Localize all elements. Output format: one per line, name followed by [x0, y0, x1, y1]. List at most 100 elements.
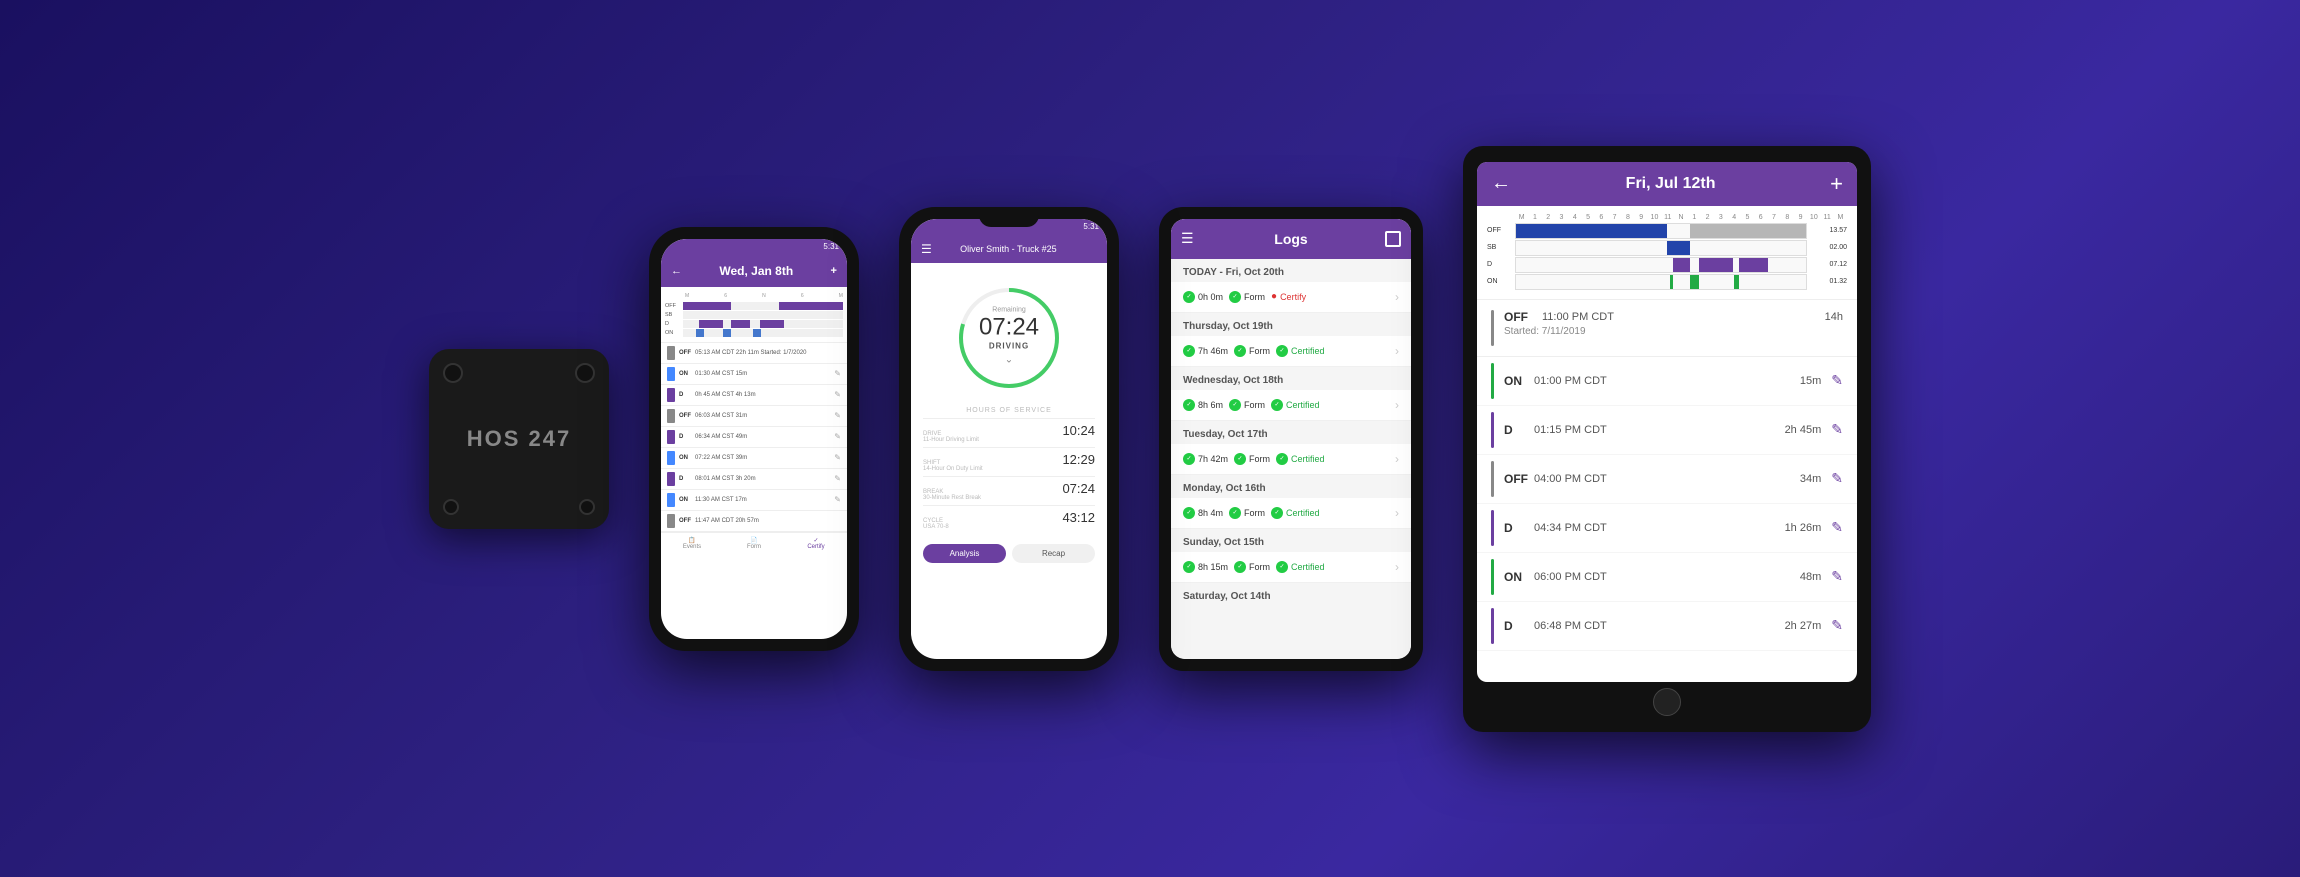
edit-icon[interactable]: ✎	[834, 390, 841, 399]
hours-badge-0: ✓ 0h 0m	[1183, 291, 1223, 303]
entry-color-bar	[1491, 310, 1494, 346]
check-icon: ✓	[1276, 453, 1288, 465]
remaining-label: Remaining	[979, 306, 1039, 313]
calendar-icon[interactable]	[1385, 231, 1401, 247]
ipad-frame: ← Fri, Jul 12th + M1234567891011N1234567…	[1463, 146, 1871, 732]
grid-row-on: ON 01.32	[1487, 274, 1847, 290]
recap-button[interactable]: Recap	[1012, 544, 1095, 563]
drive-value: 10:24	[1062, 423, 1095, 438]
log-list-item-2[interactable]: ✓ 8h 6m ✓ Form ✓ Certified ›	[1171, 390, 1411, 421]
phone1-footer: 📋 Events 📄 Form ✓ Certify	[661, 532, 847, 554]
status-indicator	[667, 451, 675, 465]
form-badge-4: ✓ Form	[1229, 507, 1265, 519]
scene: HOS 247 5:31 ← Wed, Jan 8th +	[389, 0, 1911, 877]
log-entry-8: OFF 11:47 AM CDT 20h 57m	[661, 511, 847, 532]
certified-badge-4: ✓ Certified	[1271, 507, 1320, 519]
ipad-entry-2: D 01:15 PM CDT 2h 45m ✎	[1477, 406, 1857, 455]
hours-value-4: 8h 4m	[1198, 508, 1223, 518]
edit-icon[interactable]: ✎	[1831, 519, 1843, 536]
log-list-item-5[interactable]: ✓ 8h 15m ✓ Form ✓ Certified ›	[1171, 552, 1411, 583]
tab-certify[interactable]: ✓ Certify	[785, 537, 847, 550]
edit-icon[interactable]: ✎	[1831, 421, 1843, 438]
shift-value: 12:29	[1062, 452, 1095, 467]
chart-row-off: OFF	[665, 302, 843, 310]
grid-row-d: D 07.12	[1487, 257, 1847, 273]
edit-icon[interactable]: ✎	[834, 453, 841, 462]
log-list-item-4[interactable]: ✓ 8h 4m ✓ Form ✓ Certified ›	[1171, 498, 1411, 529]
check-icon: ✓	[1229, 291, 1241, 303]
form-label-3: Form	[1249, 454, 1270, 464]
grid-track-sb	[1515, 240, 1807, 256]
break-stat: BREAK 30-Minute Rest Break 07:24	[923, 476, 1095, 505]
analysis-button[interactable]: Analysis	[923, 544, 1006, 563]
log-list-item-3[interactable]: ✓ 7h 42m ✓ Form ✓ Certified ›	[1171, 444, 1411, 475]
log-info-0: ✓ 0h 0m ✓ Form ● Certify	[1183, 291, 1395, 303]
ipad-content: ← Fri, Jul 12th + M1234567891011N1234567…	[1477, 162, 1857, 682]
cycle-value: 43:12	[1062, 510, 1095, 525]
check-icon: ✓	[1271, 507, 1283, 519]
ipad-entry-5: ON 06:00 PM CDT 48m ✎	[1477, 553, 1857, 602]
log-list-item-0[interactable]: ✓ 0h 0m ✓ Form ● Certify ›	[1171, 282, 1411, 313]
chevron-down-icon[interactable]: ⌄	[979, 350, 1039, 369]
certified-label-5: Certified	[1291, 562, 1325, 572]
tablet-screen: ☰ Logs TODAY - Fri, Oct 20th ✓ 0h 0m ✓	[1171, 219, 1411, 659]
log-list-item-1[interactable]: ✓ 7h 46m ✓ Form ✓ Certified ›	[1171, 336, 1411, 367]
timer-time: 07:24	[979, 313, 1039, 341]
form-badge-5: ✓ Form	[1234, 561, 1270, 573]
ipad-header: ← Fri, Jul 12th +	[1477, 162, 1857, 206]
edit-icon[interactable]: ✎	[834, 495, 841, 504]
chevron-right-icon: ›	[1395, 560, 1399, 574]
timer-inner: Remaining 07:24 DRIVING ⌄	[979, 306, 1039, 369]
certified-label-1: Certified	[1291, 346, 1325, 356]
status-time: 5:31	[823, 242, 839, 251]
status-indicator	[667, 472, 675, 486]
break-sub: 30-Minute Rest Break	[923, 495, 981, 501]
ipad-entry-6: D 06:48 PM CDT 2h 27m ✎	[1477, 602, 1857, 651]
chevron-right-icon: ›	[1395, 398, 1399, 412]
grid-row-sb: SB 02.00	[1487, 240, 1847, 256]
status-indicator	[667, 514, 675, 528]
tab-events[interactable]: 📋 Events	[661, 537, 723, 550]
log-entry-0: OFF 05:13 AM CDT 22h 11m Started: 1/7/20…	[661, 343, 847, 364]
check-icon: ✓	[1183, 507, 1195, 519]
edit-icon[interactable]: ✎	[1831, 568, 1843, 585]
edit-icon[interactable]: ✎	[834, 369, 841, 378]
add-entry-button[interactable]: +	[1830, 171, 1843, 197]
form-label-5: Form	[1249, 562, 1270, 572]
hamburger-icon[interactable]: ☰	[1181, 230, 1194, 247]
entry-color-bar	[1491, 461, 1494, 497]
log-group-header-2: Wednesday, Oct 18th	[1171, 367, 1411, 390]
back-button[interactable]: ←	[1491, 172, 1511, 195]
logs-header: ☰ Logs	[1171, 219, 1411, 259]
status-indicator	[667, 493, 675, 507]
log-group-header-6: Saturday, Oct 14th	[1171, 583, 1411, 606]
log-info-5: ✓ 8h 15m ✓ Form ✓ Certified	[1183, 561, 1395, 573]
phone1-status-bar: 5:31	[661, 239, 847, 255]
tab-form[interactable]: 📄 Form	[723, 537, 785, 550]
analysis-recap-buttons: Analysis Recap	[923, 544, 1095, 563]
grid-track-off	[1515, 223, 1807, 239]
edit-icon[interactable]: ✎	[834, 474, 841, 483]
edit-icon[interactable]: ✎	[834, 411, 841, 420]
grid-track-on	[1515, 274, 1807, 290]
phone1-header: ← Wed, Jan 8th +	[661, 255, 847, 287]
certify-badge-0: ● Certify	[1271, 291, 1306, 302]
log-entry-2: D 0h 45 AM CST 4h 13m ✎	[661, 385, 847, 406]
driving-status: DRIVING	[979, 341, 1039, 350]
check-icon: ✓	[1183, 561, 1195, 573]
log-group-header-1: Thursday, Oct 19th	[1171, 313, 1411, 336]
ipad-date-title: Fri, Jul 12th	[1626, 175, 1716, 193]
logs-title: Logs	[1274, 231, 1307, 247]
edit-icon[interactable]: ✎	[1831, 470, 1843, 487]
status-indicator	[667, 388, 675, 402]
edit-icon[interactable]: ✎	[1831, 617, 1843, 634]
hamburger-icon[interactable]: ☰	[921, 242, 932, 256]
back-arrow[interactable]: ←	[671, 265, 682, 277]
home-button[interactable]	[1653, 688, 1681, 716]
edit-icon[interactable]: ✎	[1831, 372, 1843, 389]
plus-button[interactable]: +	[831, 265, 837, 277]
grid-time-labels: M1234567891011N1234567891011M	[1487, 214, 1847, 221]
edit-icon[interactable]: ✎	[834, 432, 841, 441]
hos-stats: HOURS OF SERVICE DRIVE 11-Hour Driving L…	[911, 403, 1107, 538]
hos-header: HOURS OF SERVICE	[923, 407, 1095, 414]
